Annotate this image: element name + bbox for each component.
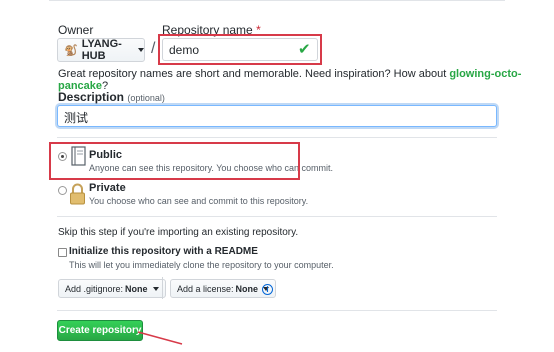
owner-value: LYANG-HUB [81, 38, 122, 62]
license-value: None [235, 283, 259, 294]
select-separator [162, 277, 163, 299]
optional-text: (optional) [127, 93, 165, 103]
gitignore-select[interactable]: Add .gitignore: None [58, 279, 166, 298]
init-readme-desc: This will let you immediately clone the … [69, 260, 334, 270]
divider [57, 137, 497, 138]
init-readme-title: Initialize this repository with a README [69, 246, 258, 257]
divider [57, 310, 497, 311]
chevron-down-icon [152, 286, 159, 291]
description-input[interactable]: 测试 [57, 105, 497, 127]
chevron-down-icon [138, 48, 144, 52]
import-hint: Skip this step if you're importing an ex… [58, 227, 299, 238]
license-select[interactable]: Add a license: None [170, 279, 277, 298]
annotation-highlight-public [49, 142, 300, 180]
divider [57, 216, 497, 217]
init-readme-checkbox[interactable] [58, 248, 67, 257]
annotation-arrow [137, 331, 183, 345]
repo-name-hint: Great repository names are short and mem… [58, 68, 554, 92]
gitignore-value: None [125, 283, 148, 294]
private-title: Private [89, 182, 126, 194]
annotation-highlight-repo-name [158, 34, 322, 65]
gitignore-label: Add .gitignore: [65, 283, 124, 294]
private-radio[interactable] [58, 186, 67, 195]
description-label-text: Description [58, 90, 125, 104]
info-icon[interactable]: i [262, 284, 273, 295]
owner-avatar-icon: 🐒 [64, 44, 78, 57]
top-divider [49, 0, 505, 1]
create-repository-button[interactable]: Create repository [57, 320, 143, 341]
owner-label: Owner [58, 23, 94, 37]
license-label: Add a license: [177, 283, 234, 294]
description-label: Description (optional) [58, 90, 165, 104]
lock-icon [70, 183, 85, 205]
private-desc: You choose who can see and commit to thi… [89, 196, 309, 206]
owner-select[interactable]: 🐒 LYANG-HUB [57, 38, 145, 62]
hint-text: Great repository names are short and mem… [58, 68, 450, 80]
owner-repo-separator: / [151, 40, 156, 57]
